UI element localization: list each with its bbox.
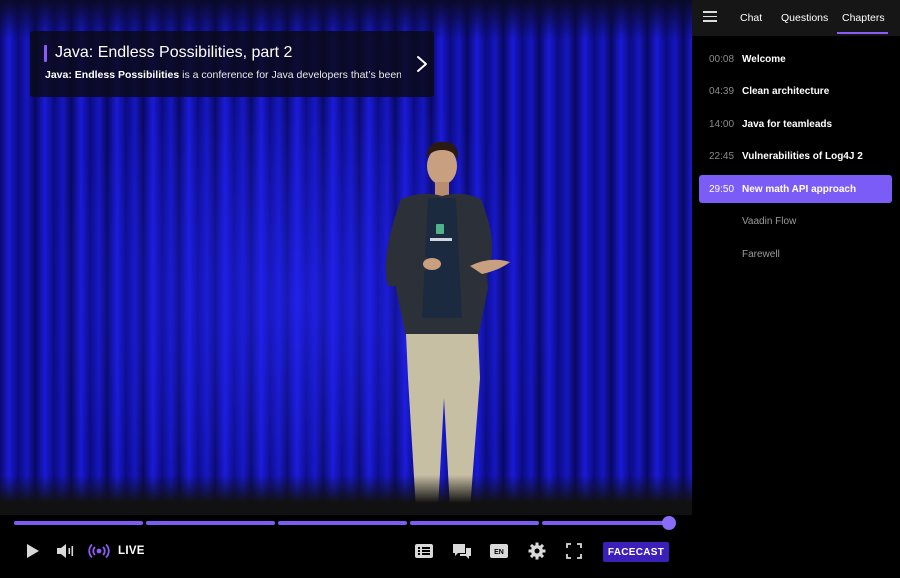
scrubber-handle[interactable] xyxy=(662,516,676,530)
chapter-title: Java for teamleads xyxy=(742,118,833,130)
title-accent-bar xyxy=(44,45,47,62)
progress-segment[interactable] xyxy=(14,521,143,525)
stage-floor xyxy=(0,475,692,515)
chat-bubbles-icon[interactable] xyxy=(451,540,473,562)
video-description: Java: Endless Possibilities is a confere… xyxy=(45,69,401,81)
settings-gear-icon[interactable] xyxy=(527,540,547,562)
fullscreen-icon[interactable] xyxy=(564,540,584,562)
control-bar: LIVE EN FACECAST xyxy=(0,532,692,572)
chapter-item[interactable]: 22:45 Vulnerabilities of Log4J 2 xyxy=(699,143,892,171)
live-label: LIVE xyxy=(118,545,145,557)
video-description-bold: Java: Endless Possibilities xyxy=(45,69,180,81)
chapter-title: New math API approach xyxy=(742,183,857,195)
chapter-item-upcoming[interactable]: Farewell xyxy=(699,240,892,268)
chapter-list: 00:08 Welcome 04:39 Clean architecture 1… xyxy=(699,45,892,273)
live-broadcast-icon[interactable] xyxy=(88,540,110,562)
chapter-time: 14:00 xyxy=(709,118,735,130)
video-player[interactable]: Java: Endless Possibilities, part 2 Java… xyxy=(0,0,692,578)
list-icon[interactable] xyxy=(414,540,434,562)
chapter-title: Welcome xyxy=(742,53,786,65)
volume-icon[interactable] xyxy=(54,540,78,562)
tab-chapters[interactable]: Chapters xyxy=(842,12,885,24)
progress-segment[interactable] xyxy=(146,521,275,525)
chapter-time: 04:39 xyxy=(709,86,735,97)
tab-chat[interactable]: Chat xyxy=(740,12,762,24)
player-app: Java: Endless Possibilities, part 2 Java… xyxy=(0,0,900,578)
language-badge: EN xyxy=(494,549,504,556)
video-frame[interactable]: Java: Endless Possibilities, part 2 Java… xyxy=(0,0,692,515)
chapter-item[interactable]: 14:00 Java for teamleads xyxy=(699,110,892,138)
video-info-card[interactable]: Java: Endless Possibilities, part 2 Java… xyxy=(30,31,434,97)
chapter-item-upcoming[interactable]: Vaadin Flow xyxy=(699,208,892,236)
video-title: Java: Endless Possibilities, part 2 xyxy=(55,44,293,61)
progress-segment[interactable] xyxy=(278,521,407,525)
chapter-time: 22:45 xyxy=(709,151,735,162)
chapter-time: 29:50 xyxy=(709,183,735,195)
language-icon[interactable]: EN xyxy=(489,540,509,562)
play-icon[interactable] xyxy=(22,540,44,562)
chapter-title: Vaadin Flow xyxy=(742,216,797,227)
progress-bar[interactable] xyxy=(14,521,671,525)
video-description-rest: is a conference for Java developers that… xyxy=(179,69,401,81)
hamburger-menu-icon[interactable] xyxy=(703,11,717,23)
chapter-item[interactable]: 00:08 Welcome xyxy=(699,45,892,73)
speaker-figure xyxy=(385,141,510,515)
progress-segment[interactable] xyxy=(542,521,671,525)
chevron-right-icon[interactable] xyxy=(412,51,432,77)
facecast-button[interactable]: FACECAST xyxy=(603,542,669,562)
progress-segment[interactable] xyxy=(410,521,539,525)
active-tab-indicator xyxy=(837,32,888,34)
chapter-time: 00:08 xyxy=(709,53,735,65)
panel-header: Chat Questions Chapters xyxy=(692,0,900,36)
chapter-item-active[interactable]: 29:50 New math API approach xyxy=(699,175,892,203)
chapter-title: Clean architecture xyxy=(742,86,830,97)
chapter-item[interactable]: 04:39 Clean architecture xyxy=(699,78,892,106)
tab-questions[interactable]: Questions xyxy=(781,12,828,24)
chapter-title: Farewell xyxy=(742,248,780,260)
side-panel: Chat Questions Chapters 00:08 Welcome 04… xyxy=(692,0,900,578)
chapter-title: Vulnerabilities of Log4J 2 xyxy=(742,151,863,162)
